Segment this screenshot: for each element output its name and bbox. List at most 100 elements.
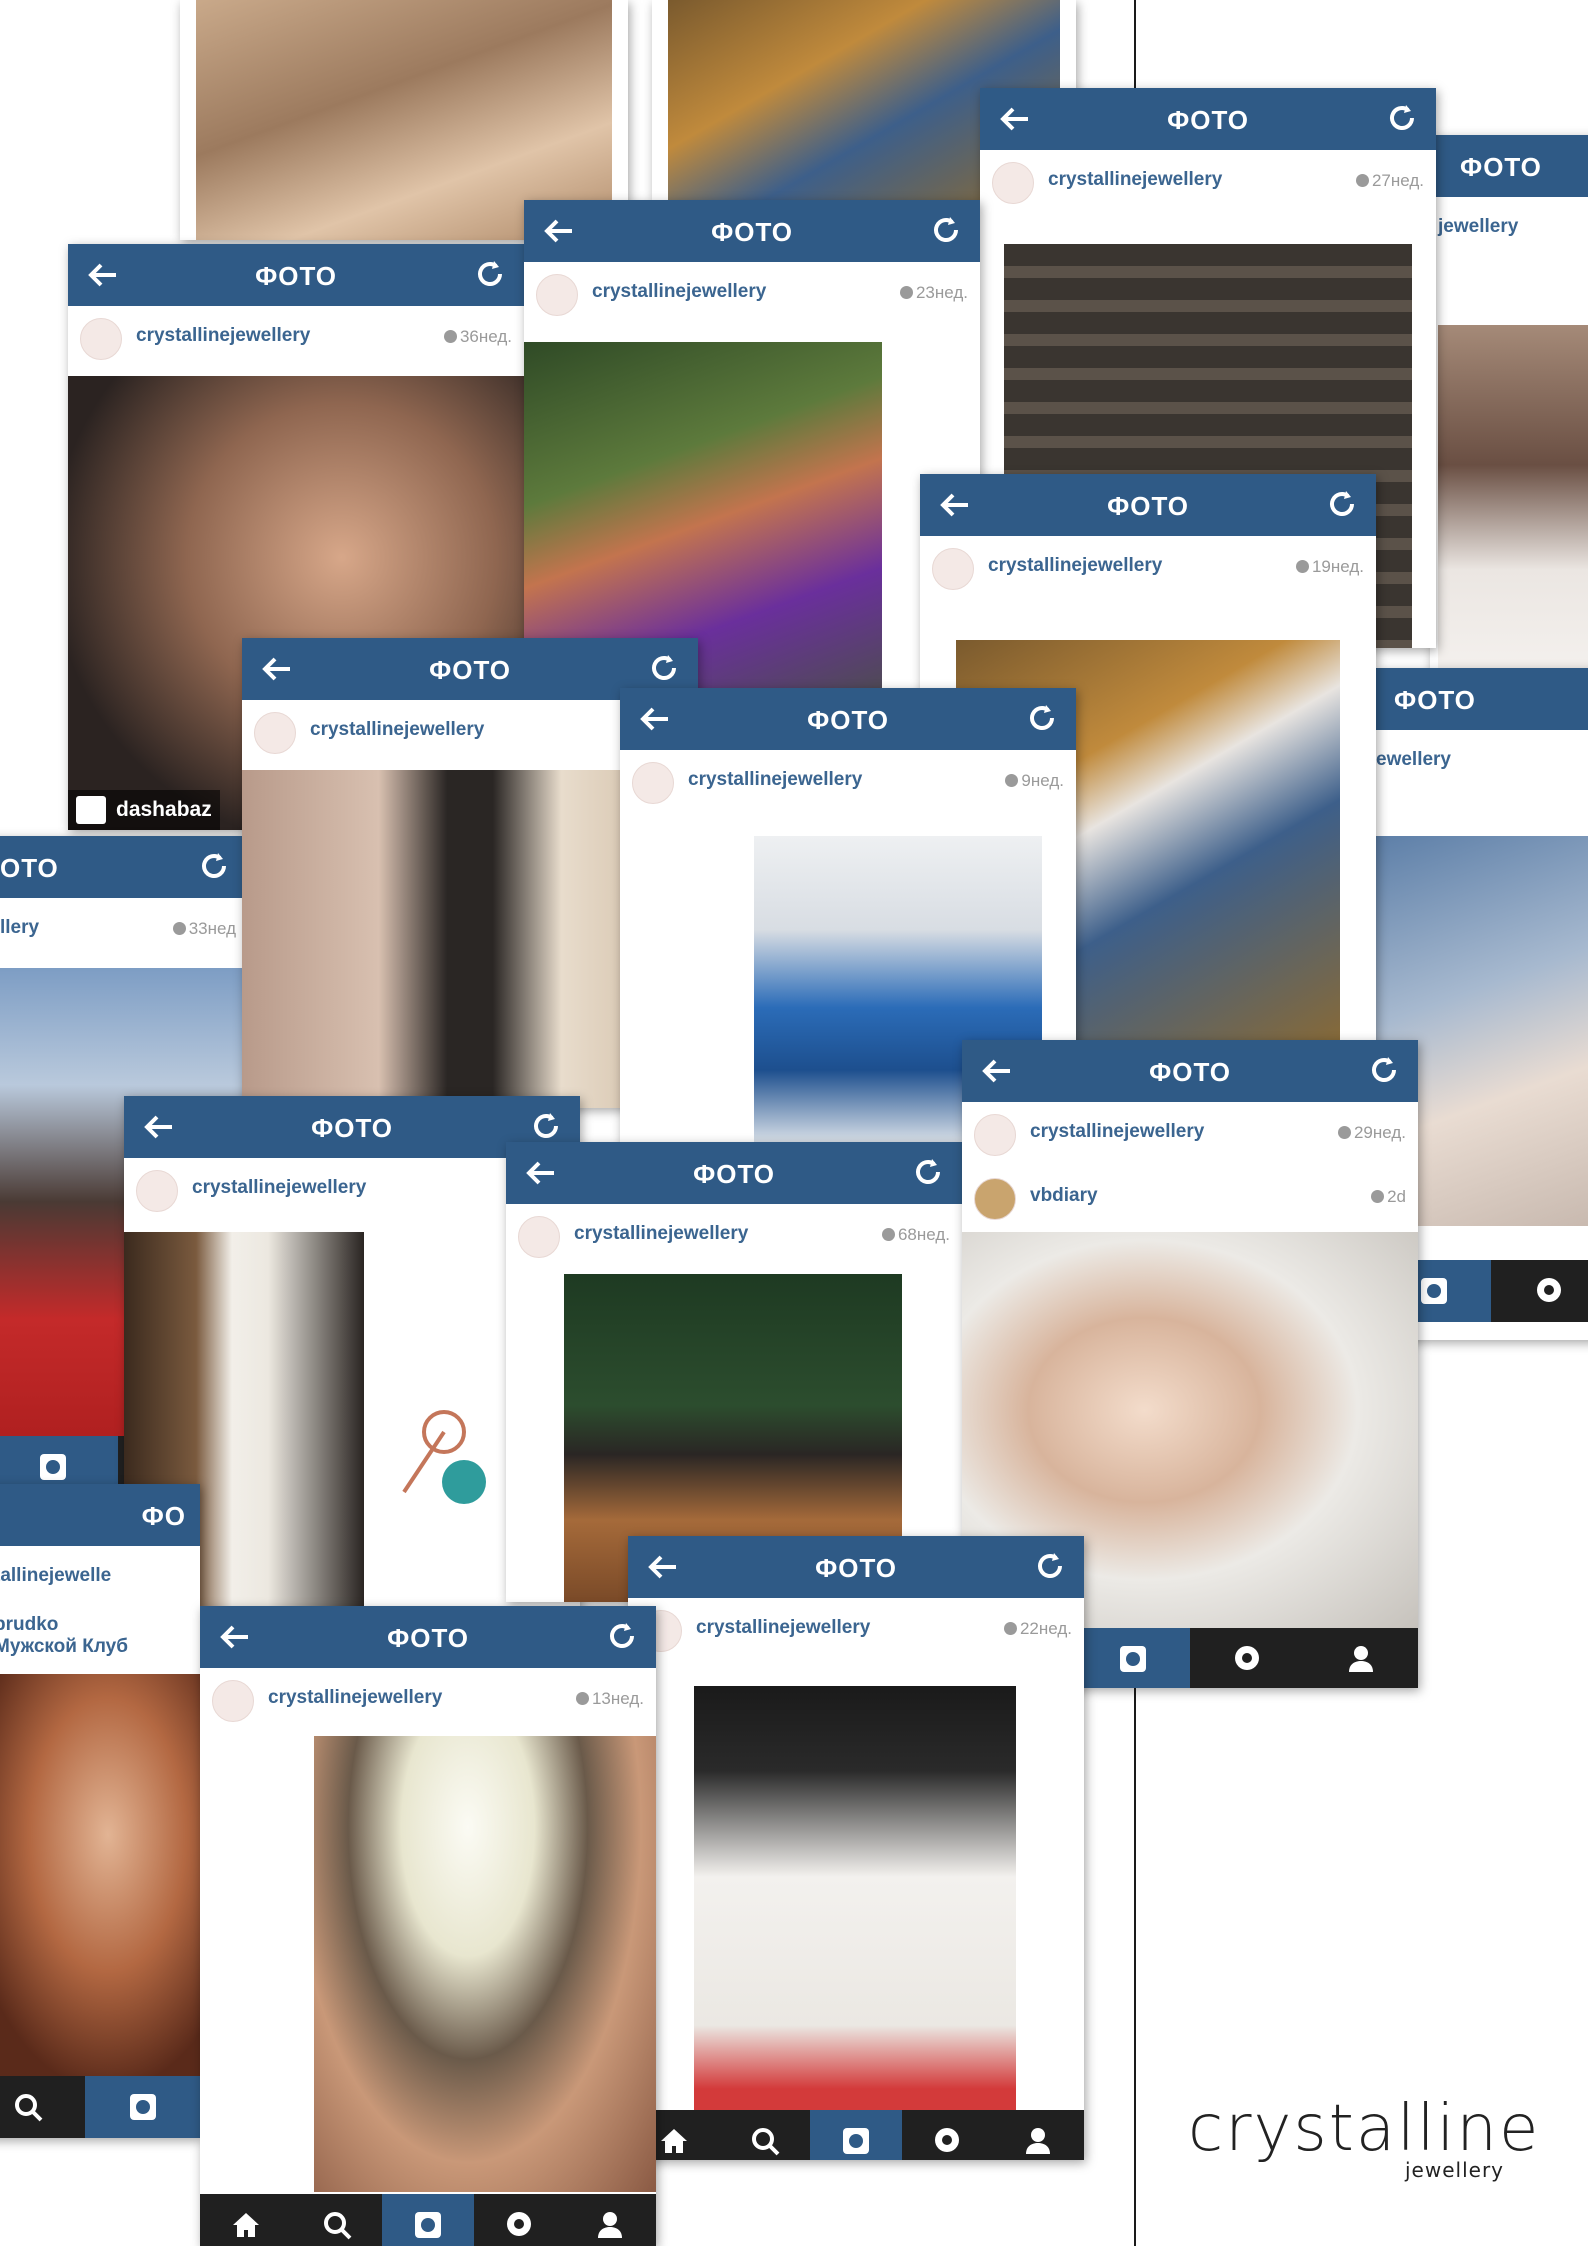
header-title: ФОТО [815,1553,897,1583]
username-link[interactable]: crystallinejewellery [1030,1121,1204,1143]
avatar[interactable] [136,1170,178,1212]
avatar[interactable] [80,318,122,360]
user-row: crystallinejewellery 68нед. [506,1204,962,1268]
username-link[interactable]: crystallinejewellery [192,1177,366,1199]
username-link[interactable]: crystallinejewellery [592,281,766,303]
clock-icon [1337,1126,1351,1139]
photo-header: ФОТО [1376,668,1588,730]
username-link[interactable]: crystallinejewellery [136,325,310,347]
post-age: 27нед. [1355,171,1424,191]
profile-icon [598,2212,623,2238]
comment-row: prudko Мужской Клуб [0,1614,200,1658]
camera-tab[interactable] [382,2194,474,2246]
post-photo [1438,325,1588,675]
profile-tab[interactable] [1304,1628,1418,1688]
refresh-icon[interactable] [474,258,506,290]
header-title: ФОТО [807,705,889,735]
header-title: ФОТО [1460,152,1542,182]
header-title: ФО [141,1501,186,1531]
profile-tab[interactable] [993,2110,1084,2160]
search-tab[interactable] [0,2076,85,2138]
clock-icon [172,922,186,935]
bottom-tab-bar [628,2110,1084,2160]
username-link[interactable]: jewellery [1438,216,1518,238]
profile-tab[interactable] [565,2194,656,2246]
avatar[interactable] [254,712,296,754]
home-icon [232,2213,259,2237]
clock-icon [899,286,913,299]
avatar[interactable] [518,1216,560,1258]
camera-tab[interactable] [810,2110,902,2160]
refresh-icon[interactable] [198,850,230,882]
refresh-icon[interactable] [930,214,962,246]
tag-user-icon [76,796,106,824]
refresh-icon[interactable] [1386,102,1418,134]
username-link[interactable]: crystallinejewellery [1048,169,1222,191]
username-link[interactable]: vbdiary [1030,1185,1098,1207]
refresh-icon[interactable] [1026,702,1058,734]
avatar[interactable] [536,274,578,316]
home-icon [660,2129,687,2153]
refresh-icon[interactable] [1368,1054,1400,1086]
photo-header: ФОТО [524,200,980,262]
refresh-icon[interactable] [912,1156,944,1188]
search-icon [751,2128,780,2156]
refresh-icon[interactable] [648,652,680,684]
post-age: 33нед [172,919,236,939]
search-tab[interactable] [719,2110,810,2160]
activity-tab[interactable] [474,2194,565,2246]
photo-header: ФОТО [962,1040,1418,1102]
home-tab[interactable] [200,2194,291,2246]
refresh-icon[interactable] [606,1620,638,1652]
username-link[interactable]: ewellery [1376,749,1451,771]
bottom-tab-bar [0,2076,200,2138]
instagram-photo-card: ФОТО jewellery [1430,135,1588,675]
username-link[interactable]: llery [0,917,39,939]
username-link[interactable]: crystallinejewellery [696,1617,870,1639]
clock-icon [443,330,457,343]
photo-header: ФОТО [620,688,1076,750]
avatar[interactable] [992,162,1034,204]
header-title: ФОТО [387,1623,469,1653]
clock-icon [1355,174,1369,187]
refresh-icon[interactable] [1034,1550,1066,1582]
camera-icon [1120,1646,1146,1672]
camera-icon [129,2094,156,2120]
search-tab[interactable] [291,2194,382,2246]
username-link[interactable]: tallinejewelle [0,1565,111,1587]
photo-header: ФОТО [980,88,1436,150]
post-age: 22нед. [1003,1619,1072,1639]
user-row: crystallinejewellery 19нед. [920,536,1376,600]
avatar[interactable] [974,1114,1016,1156]
username-link[interactable]: crystallinejewellery [574,1223,748,1245]
user-tag[interactable]: dashabaz [68,790,220,830]
post-age: 19нед. [1295,557,1364,577]
refresh-icon[interactable] [530,1110,562,1142]
camera-tab[interactable] [85,2076,200,2138]
avatar[interactable] [212,1680,254,1722]
activity-tab[interactable] [1491,1260,1588,1322]
username-link[interactable]: crystallinejewellery [688,769,862,791]
comment-user[interactable]: prudko [0,1614,200,1636]
refresh-icon[interactable] [1326,488,1358,520]
avatar[interactable] [974,1178,1016,1220]
post-age: 9нед. [1005,771,1064,791]
avatar[interactable] [632,762,674,804]
user-row: crystallinejewellery 27нед. [980,150,1436,214]
header-title: ФОТО [693,1159,775,1189]
photo-header: ФОТО [1430,135,1588,197]
second-user-row: vbdiary 2d [962,1166,1418,1230]
header-title: ФОТО [1394,685,1476,715]
activity-tab[interactable] [1190,1628,1304,1688]
username-link[interactable]: crystallinejewellery [268,1687,442,1709]
instagram-photo-card: ФОТО crystallinejewellery 22нед. [628,1536,1084,2160]
post-age: 68нед. [881,1225,950,1245]
photo-header: ФОТО [506,1142,962,1204]
username-link[interactable]: crystallinejewellery [988,555,1162,577]
avatar[interactable] [932,548,974,590]
post-photo [694,1686,1016,2110]
instagram-photo-card: ФОТО crystallinejewellery 68нед. [506,1142,962,1602]
camera-tab[interactable] [1076,1628,1190,1688]
username-link[interactable]: crystallinejewellery [310,719,484,741]
activity-tab[interactable] [902,2110,993,2160]
